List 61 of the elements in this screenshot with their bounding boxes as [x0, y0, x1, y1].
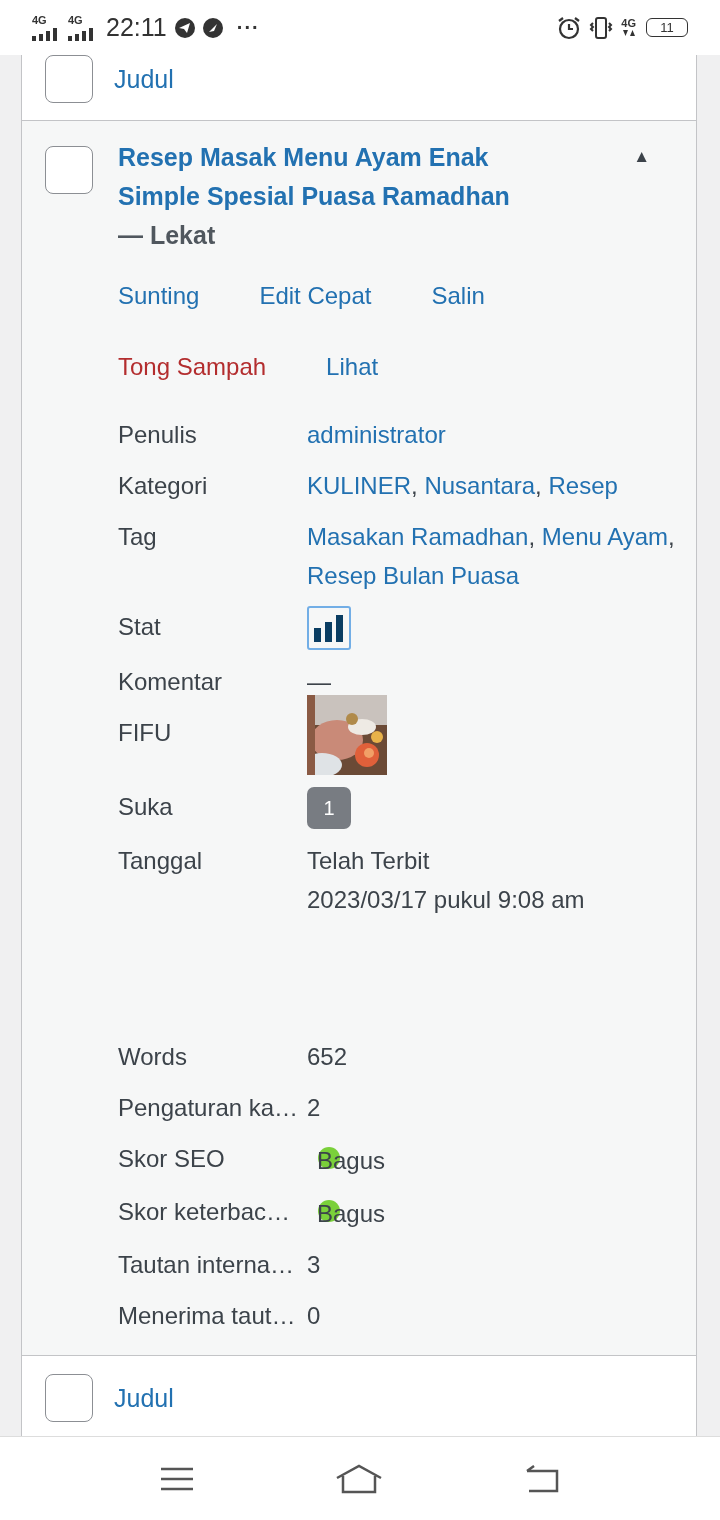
field-value: —	[307, 667, 332, 697]
action-link[interactable]: Lihat	[326, 331, 379, 402]
field-label: Skor SEO	[118, 1144, 226, 1174]
send-icon	[174, 17, 195, 38]
checkbox[interactable]	[45, 55, 93, 103]
field-label: Tautan interna…	[118, 1250, 296, 1280]
field-value: Telah Terbit	[307, 846, 431, 876]
term-link[interactable]: Nusantara	[424, 472, 536, 499]
field-label: Tag	[118, 522, 158, 552]
field-value: 2023/03/17 pukul 9:08 am	[307, 885, 586, 915]
count-badge: 1	[307, 787, 351, 829]
term-link[interactable]: Resep	[548, 472, 618, 499]
vibrate-icon	[589, 15, 614, 40]
clock: 22:11	[106, 13, 167, 42]
field-value: 0	[307, 1301, 322, 1331]
field-value: 652	[307, 1042, 349, 1072]
signal-icon	[68, 27, 96, 41]
network-label: 4G	[621, 18, 636, 29]
term-link[interactable]: administrator	[307, 421, 446, 448]
chart-icon[interactable]	[307, 606, 351, 650]
field-label: Kategori	[118, 471, 209, 501]
term-link[interactable]: Resep Bulan Puasa	[307, 562, 520, 589]
field-label: FIFU	[118, 718, 173, 748]
battery-indicator: 11	[646, 18, 688, 37]
field-label: Penulis	[118, 420, 198, 450]
alarm-icon	[557, 15, 582, 40]
separator: ,	[528, 523, 536, 550]
field-label: Tanggal	[118, 846, 204, 876]
field-label: Komentar	[118, 667, 224, 697]
field-label: Suka	[118, 792, 174, 822]
separator: ,	[411, 472, 418, 499]
action-link[interactable]: Salin	[431, 260, 485, 331]
term-link[interactable]: Masakan Ramadhan	[307, 523, 529, 550]
more-indicator: ···	[236, 16, 260, 39]
separator: ,	[535, 472, 542, 499]
network-label: 4G	[68, 14, 83, 26]
separator: ,	[668, 523, 675, 550]
post-status: — Lekat	[118, 221, 216, 249]
term-link[interactable]: KULINER	[307, 472, 412, 499]
field-label: Skor keterbac…	[118, 1197, 292, 1227]
home-icon	[335, 1463, 383, 1494]
checkbox[interactable]	[45, 1374, 93, 1422]
post-title-link[interactable]: Resep Masak Menu Ayam Enak Simple Spesial Puasa Ramadhan	[118, 138, 548, 216]
field-label: Words	[118, 1042, 188, 1072]
field-label: Pengaturan ka…	[118, 1093, 300, 1123]
column-header-link[interactable]: Judul	[114, 55, 174, 103]
column-header-link[interactable]: Judul	[114, 1374, 174, 1422]
field-value: 3	[307, 1250, 322, 1280]
menu-icon	[160, 1466, 195, 1491]
trash-link[interactable]: Tong Sampah	[118, 331, 267, 402]
data-arrows-icon	[621, 29, 636, 37]
action-link[interactable]: Sunting	[118, 260, 200, 331]
field-label: Menerima taut…	[118, 1301, 297, 1331]
term-link[interactable]: Menu Ayam	[541, 523, 669, 550]
field-label: Stat	[118, 612, 162, 642]
field-value: 2	[307, 1093, 322, 1123]
collapse-toggle[interactable]: ▲	[633, 147, 650, 167]
network-label: 4G	[32, 14, 47, 26]
checkbox[interactable]	[45, 146, 93, 194]
signal-icon	[32, 27, 60, 41]
action-link[interactable]: Edit Cepat	[259, 260, 372, 331]
